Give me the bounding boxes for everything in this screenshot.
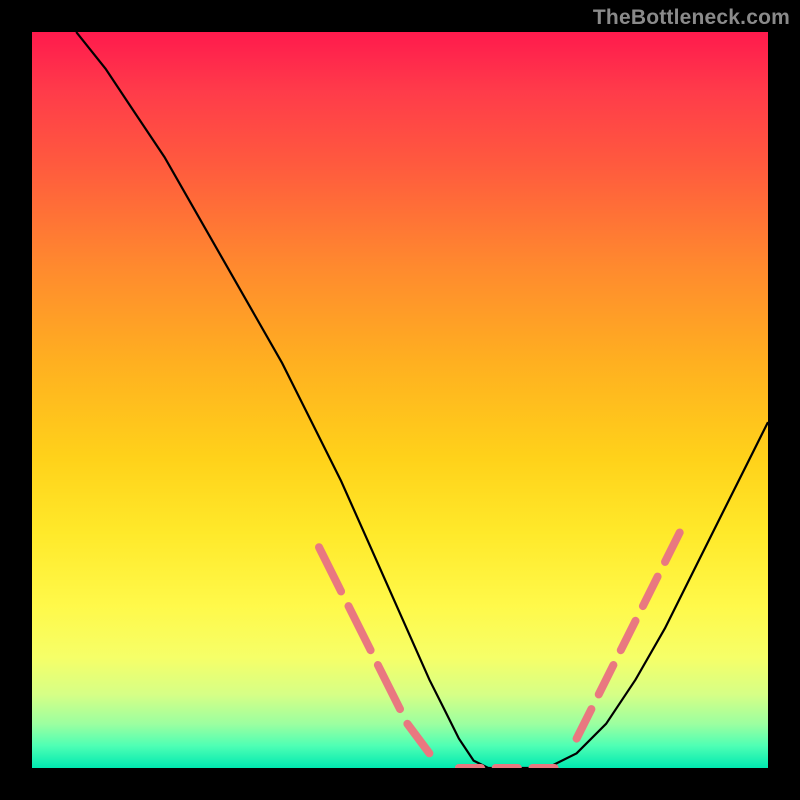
dash-segment	[643, 577, 658, 607]
dash-segment	[621, 621, 636, 650]
dash-segment	[349, 606, 371, 650]
chart-frame: TheBottleneck.com	[0, 0, 800, 800]
dash-segment	[319, 547, 341, 591]
curve-svg	[32, 32, 768, 768]
plot-area	[32, 32, 768, 768]
optimal-region-dashes	[319, 533, 680, 769]
dash-segment	[665, 533, 680, 562]
bottleneck-curve	[76, 32, 768, 768]
dash-segment	[407, 724, 429, 754]
dash-segment	[599, 665, 614, 694]
watermark-label: TheBottleneck.com	[593, 6, 790, 30]
dash-segment	[577, 709, 592, 739]
dash-segment	[378, 665, 400, 709]
